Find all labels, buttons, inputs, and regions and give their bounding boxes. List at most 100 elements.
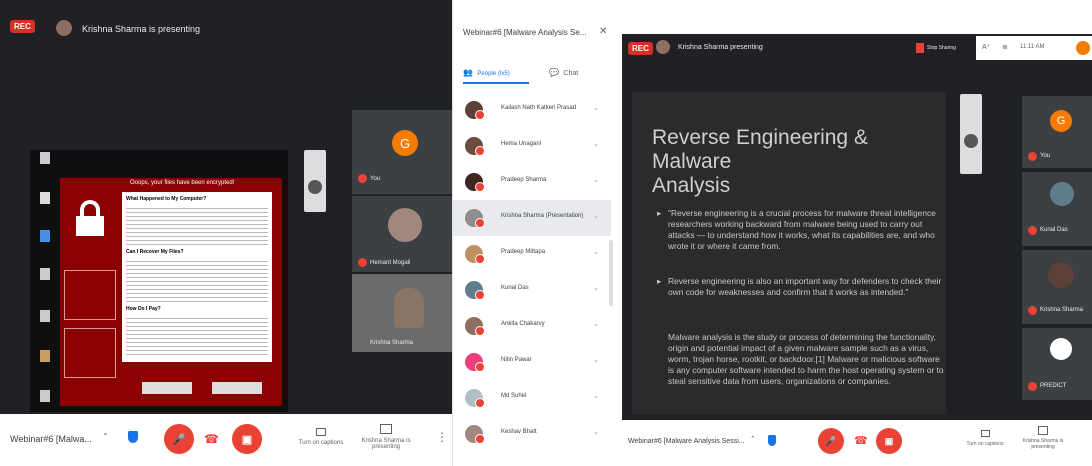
list-item[interactable]: Nitin Pawar ⌄	[453, 344, 611, 380]
tile-name: Kunal Das	[1040, 227, 1068, 233]
person-name: Pradeep Sharma	[501, 177, 547, 183]
stop-sharing-button[interactable]: Stop Sharing	[916, 40, 962, 56]
list-item[interactable]: Ankita Chakarvy ⌄	[453, 308, 611, 344]
tile-predict[interactable]: PREDICT	[1022, 328, 1092, 400]
avatar	[1050, 182, 1074, 206]
ransom-title: Ooops, your files have been encrypted!	[130, 180, 235, 186]
left-bottom-bar: Webinar#6 [Malwa... ⌃ 🎤 ☎ ▣ Turn on capt…	[0, 414, 452, 466]
list-item[interactable]: Keshav Bhatt ⌄	[453, 416, 611, 452]
countdown-2	[64, 328, 116, 378]
person-name: Keshav Bhatt	[501, 429, 537, 435]
chevron-up-icon[interactable]: ⌃	[750, 435, 756, 443]
ransom-q2: Can I Recover My Files?	[126, 249, 184, 255]
tile-krishna[interactable]: Krishna Sharma	[352, 274, 452, 352]
slide-bullet: ▸Malware analysis is the study or proces…	[668, 332, 944, 386]
tile-krishna[interactable]: Krishna Sharma	[1022, 250, 1092, 324]
person-name: Ankita Chakarvy	[501, 321, 545, 327]
hangup-button[interactable]: ☎	[204, 432, 219, 446]
tab-chat[interactable]: 💬 Chat	[549, 62, 609, 84]
mic-off-icon	[475, 110, 485, 120]
person-name: Md Suhel	[501, 393, 527, 399]
list-item[interactable]: Pradeep Mittapa ⌄	[453, 236, 611, 272]
chevron-down-icon[interactable]: ⌄	[593, 428, 599, 436]
tile-you[interactable]: G You	[352, 110, 452, 194]
presenter-status: Krishna Sharma is presenting	[82, 24, 201, 34]
mic-off-icon	[1028, 306, 1037, 315]
countdown-1	[64, 270, 116, 320]
avatar: G	[392, 130, 418, 156]
list-item[interactable]: Kailash Nath Katkeri Prasad ⌄	[453, 92, 611, 128]
slide-title: Reverse Engineering & Malware Analysis	[652, 126, 946, 198]
tab-label: People (Ix5)	[477, 71, 510, 77]
tile-you[interactable]: G You	[1022, 96, 1092, 168]
camera-button[interactable]: ▣	[232, 424, 262, 454]
person-name: Hema Unagani	[501, 141, 542, 147]
font-size-icon[interactable]: A⁺	[982, 43, 990, 51]
tile-hemant[interactable]: Hemant Mogali	[352, 196, 452, 272]
user-avatar[interactable]	[1076, 41, 1090, 55]
tile-name: You	[1040, 153, 1051, 159]
list-item[interactable]: Kunal Das ⌄	[453, 272, 611, 308]
present-button[interactable]: Krishna Sharma is presenting	[358, 424, 414, 450]
presenter-avatar	[656, 40, 670, 54]
list-item[interactable]: Krishna Sharma (Presentation) ⌄	[453, 200, 611, 236]
person-name: Krishna Sharma (Presentation)	[501, 213, 584, 219]
hangup-button[interactable]: ☎	[854, 434, 868, 447]
captions-button[interactable]: Turn on captions	[962, 430, 1008, 447]
tab-label: Chat	[563, 70, 579, 77]
close-icon[interactable]: ✕	[599, 26, 607, 37]
align-icon[interactable]: ≣	[1002, 43, 1008, 51]
mic-off-icon	[475, 398, 485, 408]
avatar	[1050, 338, 1072, 360]
avatar: G	[1050, 110, 1072, 132]
slide-bullet: ▸ Reverse engineering is also an importan…	[657, 276, 942, 297]
chevron-down-icon[interactable]: ⌄	[593, 356, 599, 364]
mic-off-icon	[1028, 152, 1037, 161]
shield-icon[interactable]	[128, 431, 138, 443]
mic-button[interactable]: 🎤	[164, 424, 194, 454]
chevron-down-icon[interactable]: ⌄	[593, 104, 599, 112]
shield-icon[interactable]	[768, 435, 776, 446]
chevron-down-icon[interactable]: ⌄	[593, 392, 599, 400]
list-item[interactable]: Hema Unagani ⌄	[453, 128, 611, 164]
tile-kunal[interactable]: Kunal Das	[1022, 172, 1092, 246]
list-item[interactable]: Pradeep Sharma ⌄	[453, 164, 611, 200]
mic-off-icon	[475, 218, 485, 228]
mic-off-icon	[475, 290, 485, 300]
presenter-avatar	[56, 20, 72, 36]
webcam-person	[394, 288, 424, 328]
desktop-icons	[36, 150, 58, 410]
ransom-buttons	[122, 378, 272, 400]
mic-off-icon	[1028, 382, 1037, 391]
mic-button[interactable]: 🎤	[818, 428, 844, 454]
ransom-q3: How Do I Pay?	[126, 306, 161, 312]
camera-button[interactable]: ▣	[876, 428, 902, 454]
chevron-down-icon[interactable]: ⌄	[593, 140, 599, 148]
tile-name: Krishna Sharma	[370, 340, 414, 346]
chevron-down-icon[interactable]: ⌄	[593, 248, 599, 256]
mic-off-icon	[475, 146, 485, 156]
slide-title-line: Analysis	[652, 174, 731, 197]
presenter-pin	[304, 150, 326, 212]
panel-title: Webinar#6 [Malware Analysis Se...	[463, 28, 587, 37]
tab-people[interactable]: 👥 People (Ix5)	[463, 62, 529, 84]
padlock-icon	[74, 200, 106, 236]
avatar	[388, 208, 422, 242]
chat-icon: 💬	[549, 68, 559, 77]
present-button[interactable]: Krishna Sharma is presenting	[1018, 426, 1068, 450]
chevron-down-icon[interactable]: ⌄	[593, 212, 599, 220]
meeting-name[interactable]: Webinar#6 [Malware Analysis Sessi...	[628, 438, 745, 445]
chevron-down-icon[interactable]: ⌄	[593, 320, 599, 328]
tile-name: Krishna Sharma	[1040, 307, 1084, 313]
ransom-text-panel: What Happened to My Computer? Can I Reco…	[122, 192, 272, 362]
tile-name: You	[370, 176, 381, 182]
captions-button[interactable]: Turn on captions	[296, 428, 346, 446]
list-item[interactable]: Md Suhel ⌄	[453, 380, 611, 416]
chevron-down-icon[interactable]: ⌄	[593, 284, 599, 292]
more-options-icon[interactable]: ⋮	[436, 430, 448, 444]
person-name: Kailash Nath Katkeri Prasad	[501, 105, 577, 111]
chevron-down-icon[interactable]: ⌄	[593, 176, 599, 184]
chevron-up-icon[interactable]: ⌃	[102, 432, 109, 441]
meeting-name[interactable]: Webinar#6 [Malwa...	[10, 434, 92, 444]
ransom-q1: What Happened to My Computer?	[126, 196, 207, 202]
